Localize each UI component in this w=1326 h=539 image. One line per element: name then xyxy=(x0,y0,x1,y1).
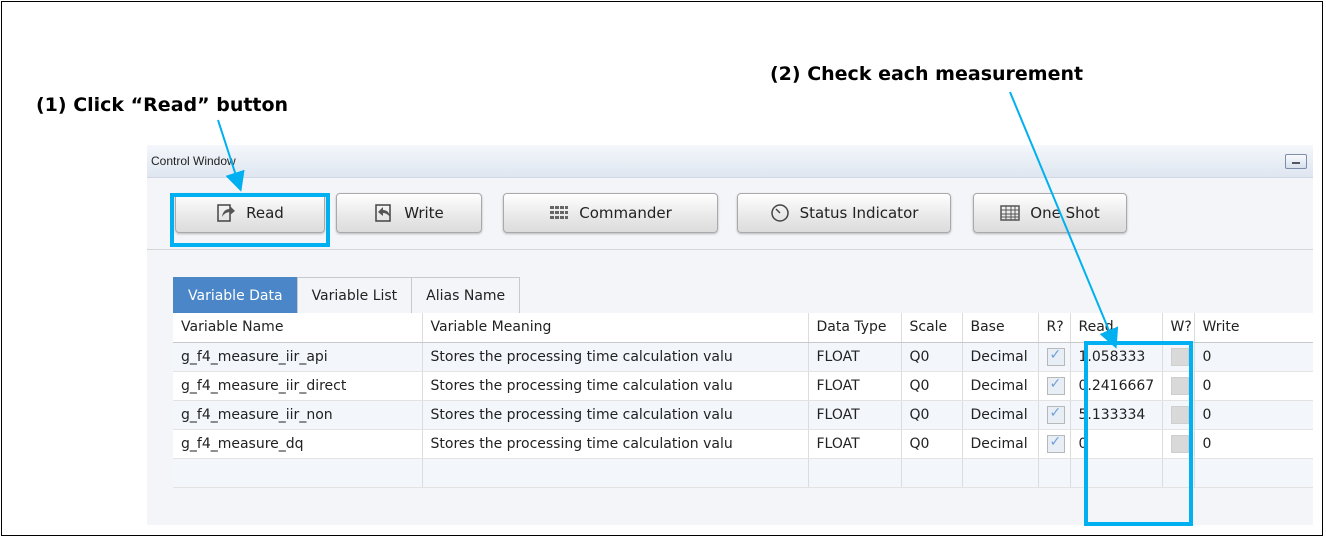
arrow-to-read-button xyxy=(217,119,245,192)
arrow-to-read-column xyxy=(1009,91,1119,349)
callout-arrows xyxy=(217,91,1119,349)
